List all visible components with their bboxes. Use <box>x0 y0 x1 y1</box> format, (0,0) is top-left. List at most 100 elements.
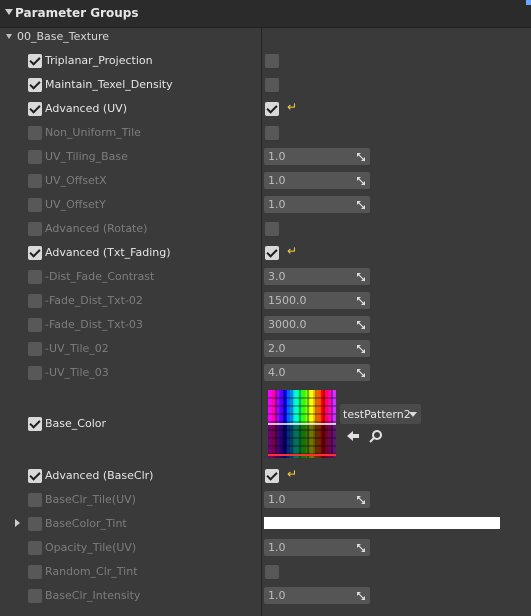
numeric-value: 1.0 <box>268 198 286 211</box>
override-checkbox[interactable] <box>28 246 42 260</box>
value-checkbox[interactable] <box>265 246 279 260</box>
override-checkbox[interactable] <box>28 150 42 164</box>
numeric-value: 1.0 <box>268 493 286 506</box>
value-checkbox[interactable] <box>265 78 279 92</box>
param-row-triplanar-projection: Triplanar_Projection <box>0 49 531 73</box>
group-header[interactable]: 00_Base_Texture <box>0 29 531 46</box>
numeric-input[interactable]: 3.0 <box>264 268 370 285</box>
reset-to-default-icon[interactable]: ↵ <box>287 100 297 114</box>
texture-asset-name: testPattern2 <box>343 408 411 421</box>
param-label: UV_OffsetY <box>45 198 106 211</box>
override-checkbox[interactable] <box>28 78 42 92</box>
param-label: -UV_Tile_02 <box>45 342 109 355</box>
override-checkbox[interactable] <box>28 270 42 284</box>
override-checkbox[interactable] <box>28 342 42 356</box>
numeric-input[interactable]: 1.0 <box>264 148 370 165</box>
reset-to-default-icon[interactable]: ↵ <box>287 467 297 481</box>
override-checkbox[interactable] <box>28 541 42 555</box>
param-label: BaseColor_Tint <box>45 517 127 530</box>
value-checkbox[interactable] <box>265 102 279 116</box>
drag-resize-icon[interactable] <box>356 543 366 553</box>
numeric-value: 1.0 <box>268 589 286 602</box>
numeric-input[interactable]: 1.0 <box>264 196 370 213</box>
param-row-random-clr-tint: Random_Clr_Tint <box>0 560 531 584</box>
override-checkbox[interactable] <box>28 102 42 116</box>
value-checkbox[interactable] <box>265 469 279 483</box>
param-label: Advanced (Rotate) <box>45 222 148 235</box>
collapse-triangle-icon[interactable] <box>6 34 12 39</box>
override-checkbox[interactable] <box>28 198 42 212</box>
numeric-input[interactable]: 3000.0 <box>264 316 370 333</box>
texture-asset-dropdown[interactable]: testPattern2 <box>340 404 421 424</box>
drag-resize-icon[interactable] <box>356 176 366 186</box>
override-checkbox[interactable] <box>28 294 42 308</box>
use-selected-arrow-icon[interactable] <box>345 428 361 444</box>
param-label: UV_Tiling_Base <box>45 150 128 163</box>
numeric-value: 3.0 <box>268 270 286 283</box>
numeric-input[interactable]: 1.0 <box>264 539 370 556</box>
numeric-value: 1.0 <box>268 541 286 554</box>
override-checkbox[interactable] <box>28 493 42 507</box>
param-label: -Dist_Fade_Contrast <box>45 270 155 283</box>
drag-resize-icon[interactable] <box>356 200 366 210</box>
param-row-uv-offsetx: UV_OffsetX 1.0 <box>0 169 531 193</box>
param-label: UV_OffsetX <box>45 174 107 187</box>
numeric-input[interactable]: 1500.0 <box>264 292 370 309</box>
drag-resize-icon[interactable] <box>356 296 366 306</box>
group-label: 00_Base_Texture <box>17 30 110 43</box>
drag-resize-icon[interactable] <box>356 344 366 354</box>
param-row-maintain-texel-density: Maintain_Texel_Density <box>0 73 531 97</box>
drag-resize-icon[interactable] <box>356 495 366 505</box>
param-label: BaseClr_Intensity <box>45 589 141 602</box>
corner-accent <box>526 0 531 5</box>
drag-resize-icon[interactable] <box>356 272 366 282</box>
param-row-base-color: Base_Color <box>0 412 531 436</box>
numeric-input[interactable]: 1.0 <box>264 491 370 508</box>
panel-header[interactable]: Parameter Groups <box>0 0 531 28</box>
drag-resize-icon[interactable] <box>356 591 366 601</box>
override-checkbox[interactable] <box>28 565 42 579</box>
override-checkbox[interactable] <box>28 589 42 603</box>
drag-resize-icon[interactable] <box>356 368 366 378</box>
param-row-uv-tiling-base: UV_Tiling_Base 1.0 <box>0 145 531 169</box>
numeric-input[interactable]: 1.0 <box>264 172 370 189</box>
override-checkbox[interactable] <box>28 222 42 236</box>
override-checkbox[interactable] <box>28 318 42 332</box>
value-checkbox[interactable] <box>265 54 279 68</box>
override-checkbox[interactable] <box>28 469 42 483</box>
reset-to-default-icon[interactable]: ↵ <box>287 244 297 258</box>
value-checkbox[interactable] <box>265 126 279 140</box>
numeric-input[interactable]: 2.0 <box>264 340 370 357</box>
param-row-uv-tile-02: -UV_Tile_02 2.0 <box>0 337 531 361</box>
collapse-triangle-icon[interactable] <box>5 9 13 15</box>
numeric-value: 1.0 <box>268 174 286 187</box>
param-row-uv-tile-03: -UV_Tile_03 4.0 <box>0 361 531 385</box>
override-checkbox[interactable] <box>28 126 42 140</box>
param-row-dist-fade-contrast: -Dist_Fade_Contrast 3.0 <box>0 265 531 289</box>
numeric-input[interactable]: 1.0 <box>264 587 370 604</box>
chevron-down-icon <box>409 412 417 417</box>
param-label: Advanced (Txt_Fading) <box>45 246 171 259</box>
texture-thumbnail[interactable] <box>268 390 336 458</box>
override-checkbox[interactable] <box>28 417 42 431</box>
drag-resize-icon[interactable] <box>356 152 366 162</box>
numeric-value: 4.0 <box>268 366 286 379</box>
override-checkbox[interactable] <box>28 517 42 531</box>
panel-title: Parameter Groups <box>15 6 139 20</box>
param-row-advanced-baseclr: Advanced (BaseClr) ↵ <box>0 464 531 488</box>
param-row-advanced-uv: Advanced (UV) ↵ <box>0 97 531 121</box>
param-row-fade-dist-txt-03: -Fade_Dist_Txt-03 3000.0 <box>0 313 531 337</box>
override-checkbox[interactable] <box>28 54 42 68</box>
param-row-advanced-rotate: Advanced (Rotate) <box>0 217 531 241</box>
value-checkbox[interactable] <box>265 222 279 236</box>
browse-magnifier-icon[interactable] <box>368 428 384 444</box>
color-swatch[interactable] <box>264 517 500 529</box>
param-label: Random_Clr_Tint <box>45 565 138 578</box>
override-checkbox[interactable] <box>28 174 42 188</box>
param-row-baseclr-tile-uv: BaseClr_Tile(UV) 1.0 <box>0 488 531 512</box>
expand-triangle-icon[interactable] <box>15 519 20 527</box>
override-checkbox[interactable] <box>28 366 42 380</box>
value-checkbox[interactable] <box>265 565 279 579</box>
drag-resize-icon[interactable] <box>356 320 366 330</box>
numeric-input[interactable]: 4.0 <box>264 364 370 381</box>
